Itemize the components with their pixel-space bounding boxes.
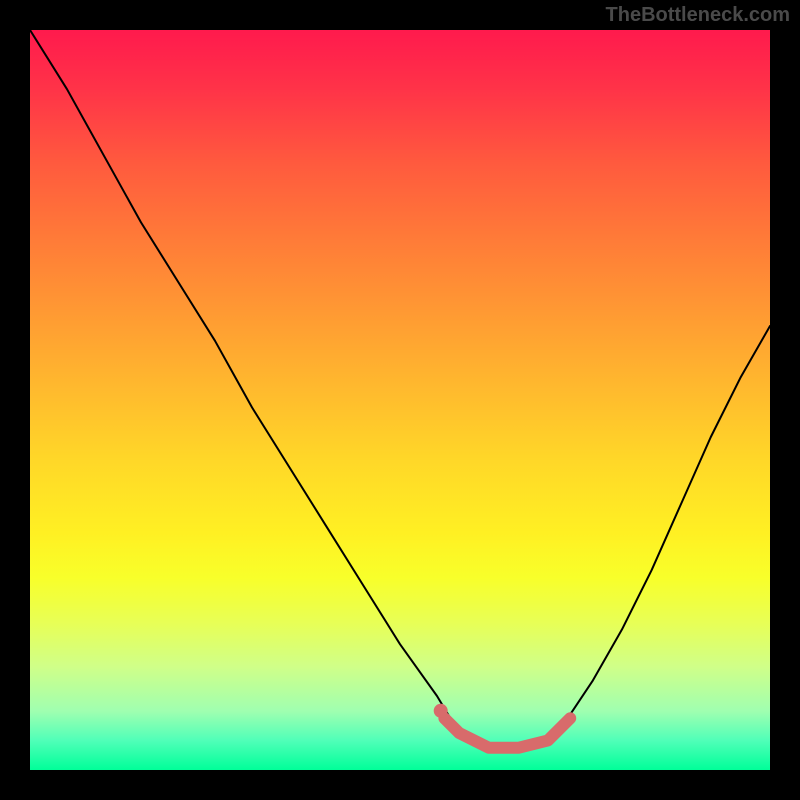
curve-svg xyxy=(30,30,770,770)
bottleneck-curve-path xyxy=(30,30,770,748)
highlight-dot xyxy=(434,704,448,718)
plateau-highlight-path xyxy=(444,718,570,748)
plot-area xyxy=(30,30,770,770)
watermark-text: TheBottleneck.com xyxy=(606,4,790,27)
